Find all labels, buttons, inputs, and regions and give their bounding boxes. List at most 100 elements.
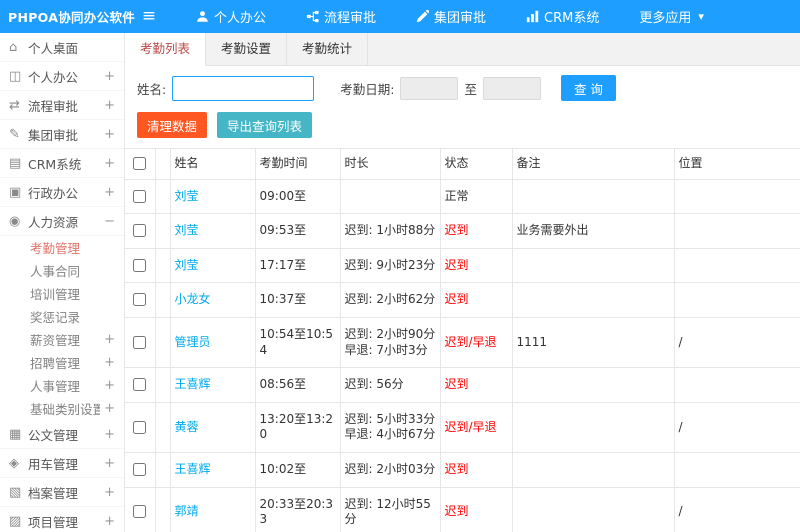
clean-data-button[interactable]: 清理数据 bbox=[137, 112, 208, 138]
nav-item-workflow-approval[interactable]: 流程审批 bbox=[297, 0, 385, 33]
archive-icon: ▧ bbox=[9, 484, 22, 500]
date-to-input[interactable] bbox=[482, 76, 541, 100]
date-from-input[interactable] bbox=[400, 76, 459, 100]
row-checkbox[interactable] bbox=[133, 258, 147, 272]
employee-link[interactable]: 小龙女 bbox=[175, 292, 211, 306]
search-button[interactable]: 查 询 bbox=[560, 75, 616, 101]
sidebar-hr-submenu: 考勤管理 人事合同 培训管理 奖惩记录 薪资管理 + 招聘管理 + 人事管理 +… bbox=[0, 236, 124, 420]
nav-item-personal-office[interactable]: 个人办公 bbox=[187, 0, 275, 33]
col-time: 考勤时间 bbox=[254, 148, 341, 180]
sidebar-item-personal-office[interactable]: ◫ 个人办公 + bbox=[0, 62, 124, 91]
sidebar-item-workflow[interactable]: ⇄ 流程审批 + bbox=[0, 91, 124, 120]
row-checkbox[interactable] bbox=[133, 462, 147, 476]
sidebar-item-admin-office[interactable]: ▣ 行政办公 + bbox=[0, 178, 124, 207]
select-all-checkbox[interactable] bbox=[133, 157, 147, 170]
location: / bbox=[673, 486, 800, 532]
row-checkbox[interactable] bbox=[133, 505, 147, 519]
nav-label: CRM系统 bbox=[544, 11, 600, 26]
employee-link[interactable]: 黄蓉 bbox=[175, 420, 199, 434]
status: 迟到 bbox=[439, 451, 513, 488]
sidebar-item-crm[interactable]: ▤ CRM系统 + bbox=[0, 149, 124, 178]
expand-icon: + bbox=[104, 401, 115, 416]
nav-label: 集团审批 bbox=[434, 11, 487, 26]
location bbox=[673, 282, 800, 318]
name-filter-input[interactable] bbox=[172, 75, 315, 101]
employee-link[interactable]: 刘莹 bbox=[175, 258, 199, 272]
duration: 迟到: 56分 bbox=[339, 367, 441, 403]
duration: 迟到: 9小时23分 bbox=[339, 247, 441, 284]
attendance-time: 08:56至 bbox=[254, 367, 341, 403]
date-to-label: 至 bbox=[464, 81, 477, 97]
col-location: 位置 bbox=[673, 148, 800, 180]
status: 迟到 bbox=[439, 282, 513, 318]
nav-label: 更多应用 bbox=[639, 11, 692, 26]
attendance-time: 09:00至 bbox=[254, 178, 341, 215]
expand-icon: + bbox=[104, 126, 115, 142]
table-row: 管理员 10:54至10:54 迟到: 2小时90分 早退: 7小时3分 迟到/… bbox=[125, 316, 800, 369]
duration: 迟到: 2小时90分 早退: 7小时3分 bbox=[339, 316, 441, 369]
personal-office-icon: ◫ bbox=[9, 68, 22, 84]
tab-attendance-list[interactable]: 考勤列表 bbox=[125, 33, 207, 66]
tab-attendance-settings[interactable]: 考勤设置 bbox=[206, 33, 288, 65]
sidebar-subitem-recruitment[interactable]: 招聘管理 + bbox=[0, 351, 124, 374]
sidebar-subitem-hr-contract[interactable]: 人事合同 bbox=[0, 259, 124, 282]
location bbox=[673, 367, 800, 403]
table-row: 王喜辉 08:56至 迟到: 56分 迟到 bbox=[125, 367, 800, 403]
sidebar-item-vehicles[interactable]: ◈ 用车管理 + bbox=[0, 449, 124, 478]
sidebar-item-hr[interactable]: ◉ 人力资源 − bbox=[0, 207, 124, 236]
tab-bar: 考勤列表 考勤设置 考勤统计 bbox=[125, 33, 800, 66]
sidebar-subitem-attendance[interactable]: 考勤管理 bbox=[0, 236, 124, 259]
status: 迟到 bbox=[439, 213, 513, 249]
nav-item-crm[interactable]: CRM系统 bbox=[517, 0, 608, 33]
employee-link[interactable]: 王喜辉 bbox=[175, 377, 211, 391]
workflow-icon: ⇄ bbox=[9, 97, 20, 113]
row-checkbox[interactable] bbox=[133, 189, 147, 203]
duration: 迟到: 1小时88分 bbox=[339, 213, 441, 249]
sidebar-item-desktop[interactable]: ⌂ 个人桌面 bbox=[0, 33, 124, 62]
sidebar-subitem-training[interactable]: 培训管理 bbox=[0, 282, 124, 305]
table-row: 黄蓉 13:20至13:20 迟到: 5小时33分 早退: 4小时67分 迟到/… bbox=[125, 401, 800, 453]
caret-down-icon: ▾ bbox=[698, 10, 704, 23]
employee-link[interactable]: 郭靖 bbox=[175, 504, 199, 518]
sidebar-item-group-approval[interactable]: ✎ 集团审批 + bbox=[0, 120, 124, 149]
status: 迟到 bbox=[439, 367, 513, 403]
tab-attendance-stats[interactable]: 考勤统计 bbox=[287, 33, 369, 65]
select-all-cell bbox=[125, 148, 156, 180]
attendance-time: 13:20至13:20 bbox=[254, 401, 341, 453]
sidebar-item-projects[interactable]: ▨ 项目管理 + bbox=[0, 507, 124, 532]
row-checkbox[interactable] bbox=[133, 378, 147, 392]
location bbox=[673, 247, 800, 284]
sidebar-subitem-personnel[interactable]: 人事管理 + bbox=[0, 374, 124, 397]
employee-link[interactable]: 王喜辉 bbox=[175, 462, 211, 476]
document-icon: ▦ bbox=[9, 426, 22, 442]
page-layout: ⌂ 个人桌面 ◫ 个人办公 + ⇄ 流程审批 + ✎ 集团审批 + ▤ CRM系… bbox=[0, 33, 800, 532]
employee-link[interactable]: 刘莹 bbox=[175, 223, 199, 237]
employee-link[interactable]: 刘莹 bbox=[175, 189, 199, 203]
row-checkbox[interactable] bbox=[133, 335, 147, 349]
top-header: PHPOA协同办公软件 ≡ 个人办公 流程审批 集团审批 CRM系统 更多应用 … bbox=[0, 0, 800, 33]
employee-link[interactable]: 管理员 bbox=[175, 335, 211, 349]
status: 迟到 bbox=[439, 247, 513, 284]
chart-icon bbox=[526, 10, 539, 23]
row-checkbox[interactable] bbox=[133, 420, 147, 434]
sidebar-item-archives[interactable]: ▧ 档案管理 + bbox=[0, 478, 124, 507]
attendance-time: 10:54至10:54 bbox=[254, 316, 341, 369]
nav-item-more-apps[interactable]: 更多应用 ▾ bbox=[630, 0, 713, 33]
duration: 迟到: 2小时03分 bbox=[339, 451, 441, 488]
expand-icon: + bbox=[104, 513, 115, 529]
attendance-table: 姓名 考勤时间 时长 状态 备注 位置 刘莹 09:00至 正常 刘莹 09:5… bbox=[125, 148, 800, 532]
sidebar-subitem-salary[interactable]: 薪资管理 + bbox=[0, 328, 124, 351]
sidebar-subitem-rewards[interactable]: 奖惩记录 bbox=[0, 305, 124, 328]
nav-item-group-approval[interactable]: 集团审批 bbox=[407, 0, 495, 33]
sidebar-subitem-base-category[interactable]: 基础类别设置 + bbox=[0, 397, 124, 420]
hamburger-icon[interactable]: ≡ bbox=[125, 0, 173, 33]
row-checkbox[interactable] bbox=[133, 224, 147, 238]
expand-icon: + bbox=[104, 355, 115, 370]
export-list-button[interactable]: 导出查询列表 bbox=[217, 112, 313, 138]
note bbox=[511, 486, 675, 532]
row-checkbox[interactable] bbox=[133, 293, 147, 307]
nav-label: 流程审批 bbox=[324, 11, 377, 26]
name-filter-label: 姓名: bbox=[137, 81, 167, 97]
expand-icon: + bbox=[104, 332, 115, 347]
sidebar-item-documents[interactable]: ▦ 公文管理 + bbox=[0, 420, 124, 449]
